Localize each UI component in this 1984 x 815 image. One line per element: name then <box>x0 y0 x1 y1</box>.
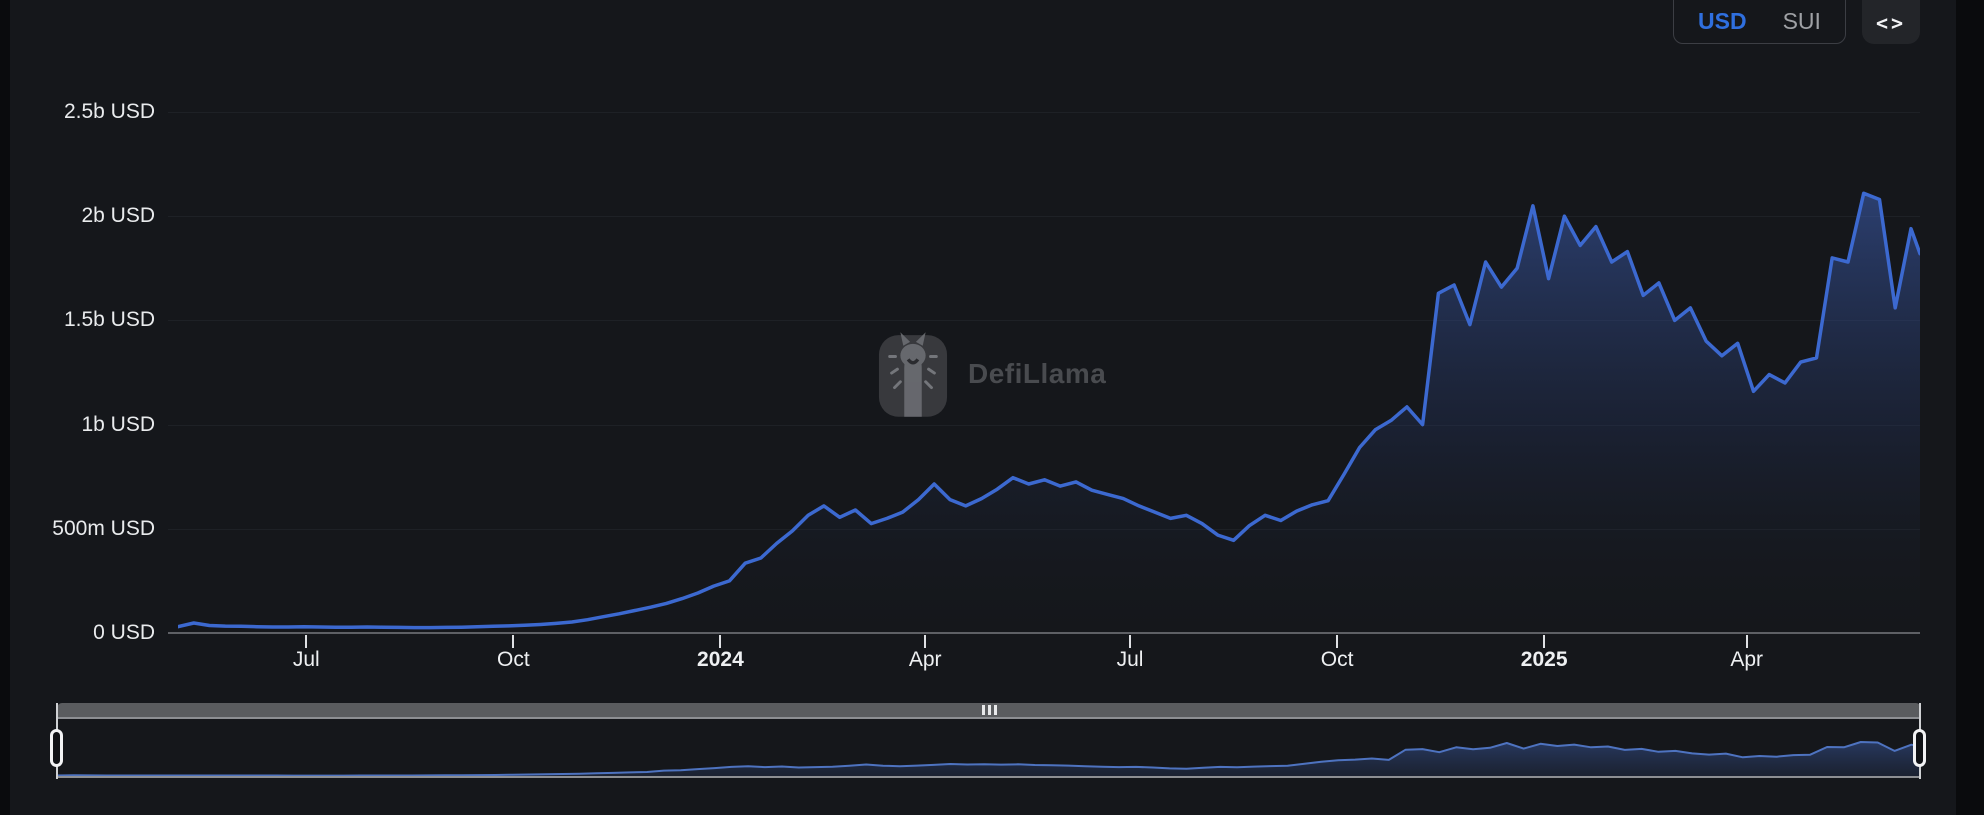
x-axis-label: Apr <box>1730 648 1763 672</box>
currency-toggle: USD SUI <box>1673 0 1846 44</box>
chart-page: USD SUI <> 0 USD 500m USD 1b USD 1.5b USD 2b… <box>0 0 1984 815</box>
toggle-sui[interactable]: SUI <box>1783 0 1821 33</box>
x-axis-label: Jul <box>1117 648 1144 672</box>
nav-tvl-area <box>57 742 1921 776</box>
x-axis-tick <box>305 635 307 648</box>
x-axis-tick <box>1129 635 1131 648</box>
x-axis-tick <box>1543 635 1545 648</box>
x-axis-line <box>168 632 1920 634</box>
watermark-text: DefiLlama <box>968 358 1106 390</box>
x-axis-tick <box>1336 635 1338 648</box>
y-axis-label: 2.5b USD <box>0 100 155 124</box>
navigator-mini-chart[interactable] <box>57 719 1921 776</box>
navigator-right-handle[interactable] <box>1913 729 1926 767</box>
toggle-usd[interactable]: USD <box>1698 0 1747 33</box>
x-axis-label: Jul <box>293 648 320 672</box>
defillama-watermark: DefiLlama <box>878 328 1106 420</box>
x-axis-tick <box>924 635 926 648</box>
navigator-bottom-border <box>57 776 1921 778</box>
x-axis-label: Apr <box>909 648 942 672</box>
navigator-left-handle[interactable] <box>50 729 63 767</box>
x-axis-label: Oct <box>497 648 530 672</box>
x-axis-tick <box>1746 635 1748 648</box>
x-axis-label: Oct <box>1321 648 1354 672</box>
y-axis-label: 2b USD <box>0 204 155 228</box>
embed-button[interactable]: <> <box>1862 0 1920 44</box>
x-axis-tick <box>512 635 514 648</box>
y-axis-label: 1.5b USD <box>0 308 155 332</box>
y-axis-label: 1b USD <box>0 413 155 437</box>
drag-grip-icon[interactable] <box>982 705 997 715</box>
x-axis-label: 2024 <box>697 648 744 672</box>
code-icon: <> <box>1876 11 1906 44</box>
x-axis-tick <box>719 635 721 648</box>
y-axis-label: 500m USD <box>0 517 155 541</box>
x-axis-label: 2025 <box>1521 648 1568 672</box>
defillama-logo-icon <box>878 328 948 420</box>
y-axis-label: 0 USD <box>0 621 155 645</box>
